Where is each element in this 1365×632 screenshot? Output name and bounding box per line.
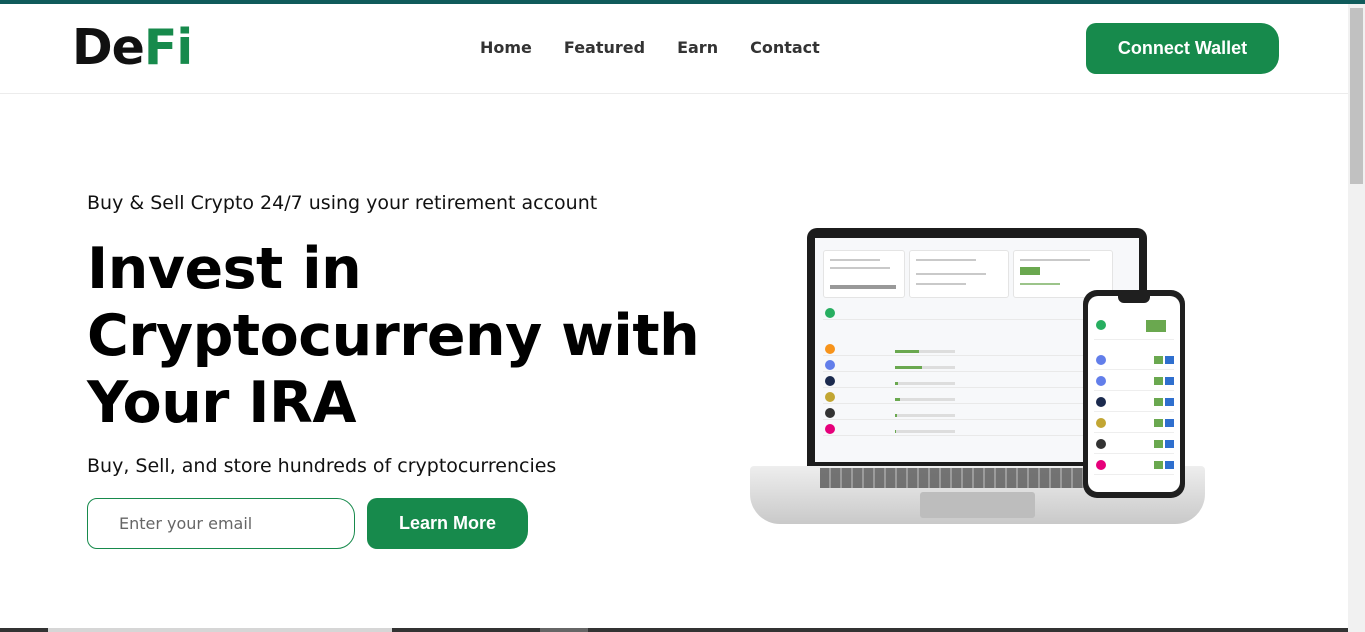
main-nav: Home Featured Earn Contact xyxy=(480,38,820,57)
hero-description: Buy, Sell, and store hundreds of cryptoc… xyxy=(87,455,557,477)
referral-card xyxy=(909,250,1009,298)
nav-link-home[interactable]: Home xyxy=(480,38,532,57)
connect-wallet-button[interactable]: Connect Wallet xyxy=(1086,23,1279,74)
hero-title: Invest in Cryptocurreny with Your IRA xyxy=(87,236,700,436)
scrollbar-thumb[interactable] xyxy=(1350,8,1363,184)
bottom-strip-segment xyxy=(48,628,392,632)
laptop-trackpad xyxy=(920,492,1035,518)
nav-link-contact[interactable]: Contact xyxy=(750,38,820,57)
phone-notch xyxy=(1118,296,1150,303)
page-scrollbar[interactable] xyxy=(1348,4,1365,632)
phone-screen xyxy=(1088,296,1180,492)
logo-text-de: De xyxy=(72,19,145,76)
nav-link-earn[interactable]: Earn xyxy=(677,38,718,57)
bottom-strip-segment xyxy=(540,628,588,632)
account-card xyxy=(823,250,905,298)
hero-subtitle: Buy & Sell Crypto 24/7 using your retire… xyxy=(87,192,598,214)
nav-link-featured[interactable]: Featured xyxy=(564,38,645,57)
navbar: DeFi Home Featured Earn Contact Connect … xyxy=(0,4,1348,94)
logo-text-fi: Fi xyxy=(143,19,193,76)
bottom-strip xyxy=(0,628,1348,632)
learn-more-button[interactable]: Learn More xyxy=(367,498,528,549)
email-input[interactable] xyxy=(87,498,355,549)
logo[interactable]: DeFi xyxy=(72,19,193,76)
phone-dashboard-image xyxy=(1083,290,1185,498)
